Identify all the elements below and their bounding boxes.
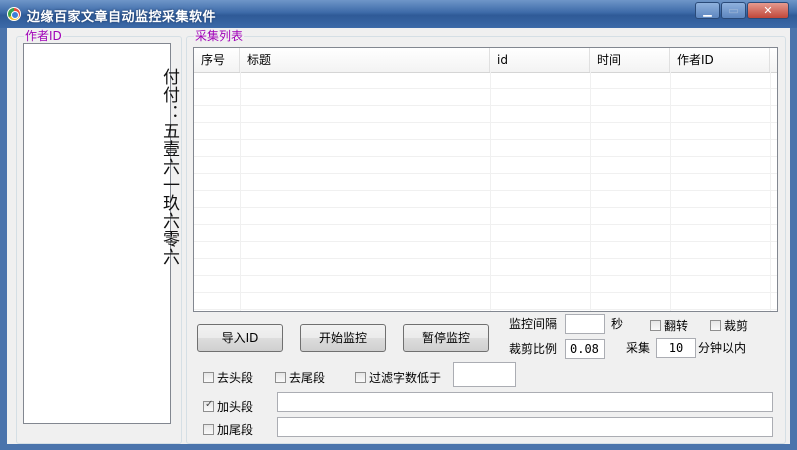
crop-checkbox-box[interactable] <box>710 320 721 331</box>
collect-minutes-input[interactable]: 10 <box>656 338 696 358</box>
title-bar[interactable]: 边缘百家文章自动监控采集软件 ▁ ▭ ✕ <box>0 0 797 28</box>
table-row <box>194 106 777 123</box>
close-icon[interactable]: ✕ <box>747 2 789 19</box>
crop-ratio-input[interactable]: 0.08 <box>565 339 605 359</box>
column-header-index[interactable]: 序号 <box>194 48 240 72</box>
interval-unit-label: 秒 <box>611 317 624 331</box>
column-header-author-id[interactable]: 作者ID <box>670 48 770 72</box>
minimize-icon[interactable]: ▁ <box>695 2 720 19</box>
add-head-label: 加头段 <box>217 400 254 414</box>
column-divider <box>590 72 591 311</box>
window-border-bottom <box>0 444 797 450</box>
add-head-input[interactable] <box>277 392 773 412</box>
remove-head-checkbox[interactable]: 去头段 <box>203 369 253 386</box>
window-border-left <box>0 28 7 450</box>
table-row <box>194 259 777 276</box>
window-title: 边缘百家文章自动监控采集软件 <box>27 10 217 25</box>
table-body <box>194 72 777 311</box>
table-row <box>194 140 777 157</box>
add-tail-checkbox[interactable]: 加尾段 <box>203 421 253 438</box>
collect-list-table[interactable]: 序号 标题 id 时间 作者ID <box>193 47 778 312</box>
author-id-group-title: 作者ID <box>24 29 63 43</box>
author-id-list[interactable]: 付付：五壹六一玖六零六 <box>23 43 179 424</box>
add-head-checkbox-box[interactable] <box>203 399 214 412</box>
pause-monitor-button[interactable]: 暂停监控 <box>403 324 489 352</box>
column-header-title[interactable]: 标题 <box>240 48 490 72</box>
import-id-button[interactable]: 导入ID <box>197 324 283 352</box>
table-row <box>194 72 777 89</box>
add-tail-input[interactable] <box>277 417 773 437</box>
app-icon <box>7 7 21 21</box>
collect-list-group-title: 采集列表 <box>194 29 245 43</box>
remove-head-checkbox-box[interactable] <box>203 372 214 383</box>
table-row <box>194 174 777 191</box>
table-row <box>194 276 777 293</box>
table-row <box>194 208 777 225</box>
column-divider <box>770 72 771 311</box>
column-header-id[interactable]: id <box>490 48 590 72</box>
filter-word-count-label: 过滤字数低于 <box>369 371 442 385</box>
table-row <box>194 89 777 106</box>
table-row <box>194 123 777 140</box>
remove-tail-checkbox[interactable]: 去尾段 <box>275 369 325 386</box>
maximize-icon: ▭ <box>721 2 746 19</box>
collect-unit-label: 分钟以内 <box>698 341 747 355</box>
table-row <box>194 225 777 242</box>
column-divider <box>670 72 671 311</box>
table-row <box>194 157 777 174</box>
start-monitor-button[interactable]: 开始监控 <box>300 324 386 352</box>
flip-checkbox-box[interactable] <box>650 320 661 331</box>
table-row <box>194 293 777 310</box>
crop-label: 裁剪 <box>724 319 749 333</box>
remove-head-label: 去头段 <box>217 371 254 385</box>
flip-label: 翻转 <box>664 319 689 333</box>
add-tail-checkbox-box[interactable] <box>203 424 214 435</box>
window-border-right <box>790 28 797 450</box>
remove-tail-checkbox-box[interactable] <box>275 372 286 383</box>
monitor-interval-input[interactable] <box>565 314 605 334</box>
remove-tail-label: 去尾段 <box>289 371 326 385</box>
window-controls: ▁ ▭ ✕ <box>694 2 789 19</box>
crop-ratio-label: 裁剪比例 <box>509 342 558 356</box>
filter-word-count-input[interactable] <box>453 362 516 387</box>
filter-word-count-checkbox-box[interactable] <box>355 372 366 383</box>
filter-word-count-checkbox[interactable]: 过滤字数低于 <box>355 369 441 386</box>
monitor-interval-label: 监控间隔 <box>509 317 558 331</box>
client-area: 作者ID 付付：五壹六一玖六零六 采集列表 序号 标题 id 时间 作者ID 导… <box>7 28 790 444</box>
flip-checkbox[interactable]: 翻转 <box>650 317 688 334</box>
author-id-entry: 付付：五壹六一玖六零六 <box>159 68 179 266</box>
column-divider <box>490 72 491 311</box>
main-window: 边缘百家文章自动监控采集软件 ▁ ▭ ✕ 作者ID 付付：五壹六一玖六零六 采集… <box>0 0 797 450</box>
column-divider <box>240 72 241 311</box>
add-tail-label: 加尾段 <box>217 423 254 437</box>
crop-checkbox[interactable]: 裁剪 <box>710 317 748 334</box>
column-header-time[interactable]: 时间 <box>590 48 670 72</box>
add-head-checkbox[interactable]: 加头段 <box>203 398 253 415</box>
table-header: 序号 标题 id 时间 作者ID <box>194 48 777 73</box>
collect-label: 采集 <box>626 341 651 355</box>
table-row <box>194 191 777 208</box>
table-row <box>194 242 777 259</box>
